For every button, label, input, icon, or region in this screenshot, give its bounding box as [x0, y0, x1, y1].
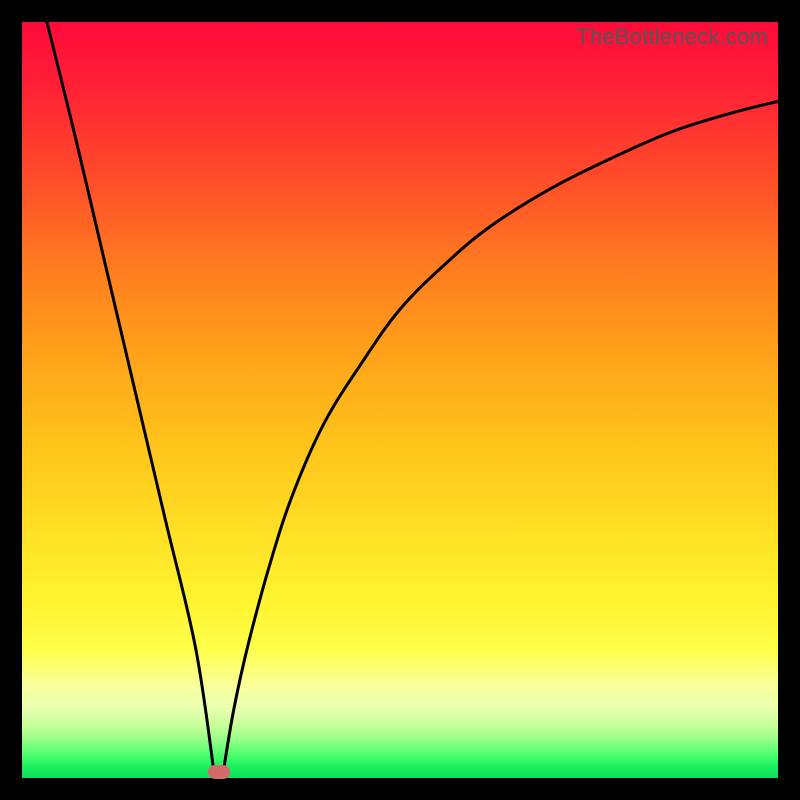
curve-layer — [22, 22, 778, 778]
plot-area: TheBottleneck.com — [22, 22, 778, 778]
bottleneck-curve-right — [222, 101, 778, 778]
bottleneck-curve-left — [47, 22, 215, 778]
chart-frame: TheBottleneck.com — [0, 0, 800, 800]
optimal-point-marker — [208, 765, 230, 779]
